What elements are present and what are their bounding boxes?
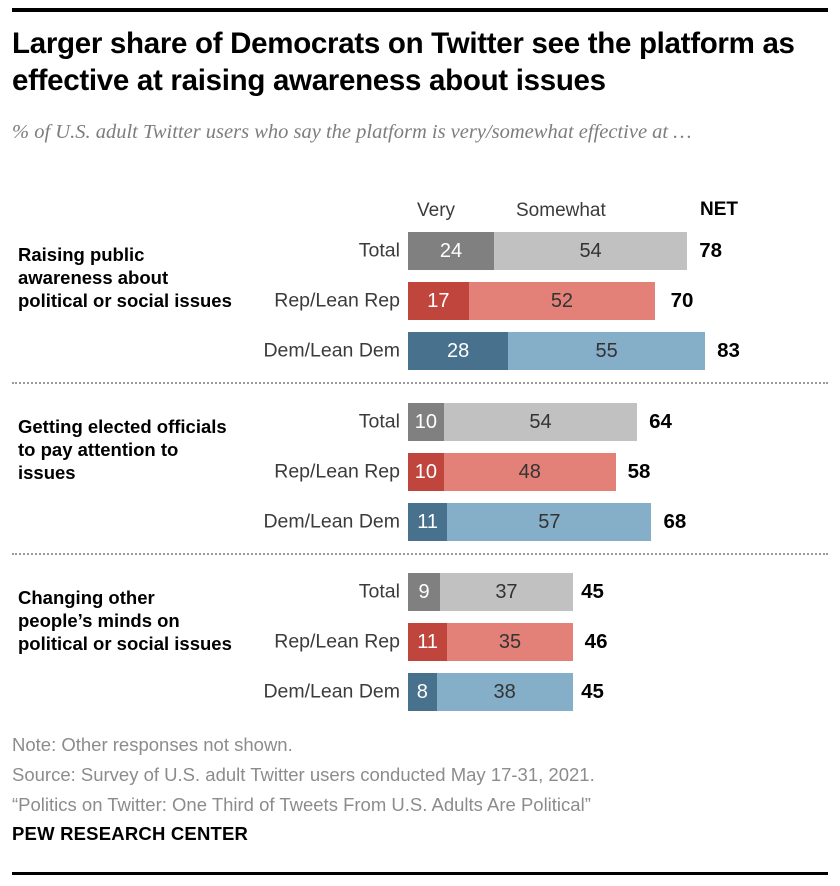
bar-row: Dem/Lean Dem 28 55 83 — [0, 332, 840, 370]
bar-segment-very: 11 — [408, 503, 448, 541]
net-value: 45 — [581, 580, 604, 603]
net-value: 58 — [627, 460, 651, 483]
bottom-rule — [12, 872, 828, 875]
bar-segment-very: 24 — [408, 232, 494, 270]
stacked-bar: 28 55 — [408, 332, 706, 370]
bar-segment-somewhat: 57 — [447, 503, 652, 541]
bar-row: Total 10 54 64 — [0, 403, 840, 441]
group-separator — [12, 382, 828, 384]
bar-row: Dem/Lean Dem 11 57 68 — [0, 503, 840, 541]
column-header-very: Very — [417, 200, 456, 221]
bar-segment-very: 8 — [408, 673, 437, 711]
bar-segment-very: 10 — [408, 403, 444, 441]
bar-segment-very: 11 — [408, 623, 448, 661]
bar-segment-somewhat: 54 — [443, 403, 638, 441]
report-line: “Politics on Twitter: One Third of Tweet… — [12, 793, 591, 815]
bar-segment-very: 17 — [408, 282, 469, 320]
bar-row: Dem/Lean Dem 8 38 45 — [0, 673, 840, 711]
bar-row-label: Total — [358, 410, 400, 433]
bar-row-label: Rep/Lean Rep — [274, 289, 400, 312]
bar-row: Total 9 37 45 — [0, 573, 840, 611]
bar-segment-somewhat: 54 — [493, 232, 688, 270]
bar-segment-somewhat: 37 — [440, 573, 573, 611]
bar-row-label: Dem/Lean Dem — [263, 339, 400, 362]
bar-segment-somewhat: 48 — [443, 453, 616, 491]
bar-row: Rep/Lean Rep 17 52 70 — [0, 282, 840, 320]
bar-segment-very: 10 — [408, 453, 444, 491]
bar-segment-very: 28 — [408, 332, 509, 370]
bar-segment-very: 9 — [408, 573, 441, 611]
source-line: Source: Survey of U.S. adult Twitter use… — [12, 763, 595, 785]
bar-row-label: Rep/Lean Rep — [274, 460, 400, 483]
stacked-bar: 11 57 — [408, 503, 652, 541]
bar-row-label: Dem/Lean Dem — [263, 680, 400, 703]
stacked-bar: 10 48 — [408, 453, 616, 491]
net-value: 83 — [717, 339, 740, 362]
stacked-bar: 8 38 — [408, 673, 573, 711]
bar-row-label: Total — [358, 239, 400, 262]
net-value: 64 — [649, 410, 672, 433]
stacked-bar: 17 52 — [408, 282, 656, 320]
net-value: 46 — [584, 630, 608, 653]
bar-row: Rep/Lean Rep 11 35 46 — [0, 623, 840, 661]
page-title: Larger share of Democrats on Twitter see… — [12, 27, 795, 97]
note-line: Note: Other responses not shown. — [12, 734, 293, 755]
chart-canvas: Larger share of Democrats on Twitter see… — [0, 0, 840, 886]
net-value: 68 — [663, 510, 687, 533]
net-value: 78 — [699, 239, 723, 262]
top-rule — [12, 8, 828, 12]
net-value: 70 — [670, 289, 694, 312]
bar-segment-somewhat: 35 — [447, 623, 573, 661]
chart-subtitle: % of U.S. adult Twitter users who say th… — [12, 121, 692, 143]
bar-segment-somewhat: 38 — [436, 673, 573, 711]
pew-research-center-brand: PEW RESEARCH CENTER — [12, 823, 249, 844]
group-separator — [12, 553, 828, 555]
bar-row-label: Total — [358, 580, 400, 603]
stacked-bar: 10 54 — [408, 403, 638, 441]
column-header-net: NET — [700, 199, 738, 220]
bar-row: Total 24 54 78 — [0, 232, 840, 270]
bar-segment-somewhat: 55 — [508, 332, 706, 370]
stacked-bar: 11 35 — [408, 623, 573, 661]
bar-segment-somewhat: 52 — [468, 282, 656, 320]
column-header-somewhat: Somewhat — [516, 200, 606, 221]
stacked-bar: 9 37 — [408, 573, 573, 611]
bar-row-label: Rep/Lean Rep — [274, 630, 400, 653]
stacked-bar: 24 54 — [408, 232, 688, 270]
footnotes: Note: Other responses not shown. Source:… — [12, 730, 822, 820]
bar-row-label: Dem/Lean Dem — [263, 510, 400, 533]
bar-row: Rep/Lean Rep 10 48 58 — [0, 453, 840, 491]
net-value: 45 — [581, 680, 604, 703]
